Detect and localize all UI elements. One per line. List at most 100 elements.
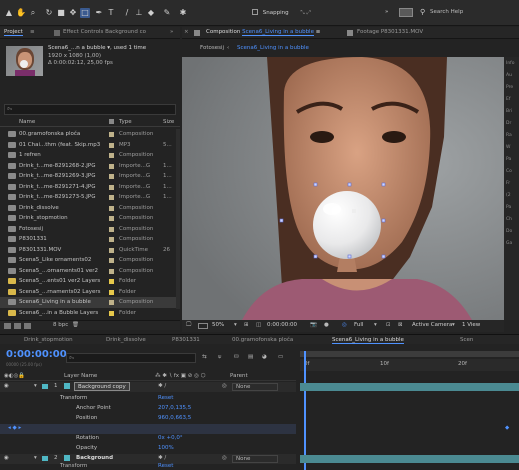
project-item-label-color[interactable]: [109, 163, 114, 169]
shy-layers-icon[interactable]: ⛁: [234, 354, 239, 360]
transparency-grid-icon[interactable]: ⊡: [386, 322, 391, 328]
lock-icon[interactable]: [194, 30, 200, 36]
layer-2-switches-icon[interactable]: ✱ /: [158, 455, 166, 461]
right-panel-tab[interactable]: Ra: [506, 133, 512, 138]
property-value[interactable]: 960,0,663,5: [158, 413, 191, 423]
project-item[interactable]: Drink_t...me-8291268-2.JPG Importe...G 1..…: [0, 161, 176, 172]
breadcrumb-fotosesij[interactable]: Fotosesij: [200, 45, 224, 51]
resolution-dropdown[interactable]: Full: [354, 322, 363, 328]
right-panel-tab[interactable]: Fr: [506, 181, 510, 186]
always-preview-icon[interactable]: 🖵: [186, 322, 191, 329]
project-item[interactable]: Drink_stopmotion Composition: [0, 213, 176, 224]
right-panel-tab[interactable]: Info: [506, 61, 515, 66]
project-item[interactable]: Scena5_...rnaments02 Layers Folder: [0, 287, 176, 298]
right-panel-tab[interactable]: (2: [506, 193, 511, 198]
camera-chevron-icon[interactable]: ▾: [452, 322, 455, 328]
scale-keyframe-icon[interactable]: ◆: [505, 425, 509, 431]
search-help-input[interactable]: Search Help: [430, 9, 463, 15]
layer-2-visibility-icon[interactable]: ◉: [4, 455, 9, 461]
project-item-label-color[interactable]: [109, 289, 114, 295]
camera-dropdown[interactable]: Active Camera: [412, 322, 452, 328]
right-panel-tab[interactable]: Bri: [506, 109, 512, 114]
project-item[interactable]: Scena6_Living in a bubble Composition: [0, 297, 176, 308]
hand-tool-icon[interactable]: ✋: [16, 8, 26, 18]
interpret-footage-icon[interactable]: [4, 323, 11, 329]
layer-2-label-color[interactable]: [42, 456, 48, 461]
zoom-chevron-icon[interactable]: ▾: [234, 322, 237, 328]
project-item-label-color[interactable]: [109, 153, 114, 158]
project-item-label-color[interactable]: [109, 310, 114, 316]
layer-2-transform-label[interactable]: Transform: [60, 463, 87, 469]
project-item[interactable]: 00.gramofonska ploča Composition: [0, 129, 176, 140]
project-item-label-color[interactable]: [109, 216, 114, 221]
sync-settings-icon[interactable]: [399, 8, 413, 17]
right-panel-tab[interactable]: Pa: [506, 205, 511, 210]
project-item-label-color[interactable]: [109, 258, 114, 263]
timeline-tab[interactable]: Scena6_Living in a bubble: [332, 337, 404, 344]
bpc-label[interactable]: 8 bpc: [53, 322, 68, 328]
mask-toggle-icon[interactable]: ◎: [342, 322, 347, 328]
breadcrumb-current[interactable]: Scena6_Living in a bubble: [237, 45, 309, 51]
zoom-tool-icon[interactable]: ⌕: [28, 8, 38, 18]
layer-1-twirl-icon[interactable]: ▾: [34, 383, 37, 389]
region-of-interest-icon[interactable]: ▾: [374, 322, 377, 328]
project-item-label-color[interactable]: [109, 237, 114, 242]
close-tab-icon[interactable]: ×: [184, 29, 189, 35]
project-item[interactable]: Scena5_Like ornaments02 Composition: [0, 255, 176, 266]
transform-property-row[interactable]: Rotation 0x +0,0°: [0, 433, 296, 443]
project-item-label-color[interactable]: [109, 247, 114, 253]
project-item-label-color[interactable]: [109, 142, 114, 148]
layer-2-twirl-icon[interactable]: ▾: [34, 455, 37, 461]
project-item[interactable]: Drink_dissolve Composition: [0, 203, 176, 214]
rectangle-tool-icon[interactable]: □: [80, 8, 90, 18]
transform-property-row[interactable]: Anchor Point 207,0,135,5: [0, 403, 296, 413]
views-dropdown[interactable]: 1 View: [462, 322, 480, 328]
layer-row-1[interactable]: ◉ ▾ 1 Background copy ✱ / ◎ None: [0, 382, 296, 392]
layer-2-parent-icon[interactable]: ◎: [222, 455, 227, 461]
snapping-toggle[interactable]: Snapping ⤡ ⤢: [252, 9, 311, 17]
layer-name-header[interactable]: Layer Name: [64, 373, 97, 379]
project-item-label-color[interactable]: [109, 279, 114, 284]
right-panel-tab[interactable]: Ga: [506, 241, 512, 246]
new-composition-icon[interactable]: [24, 323, 31, 329]
motion-blur-icon[interactable]: ◕: [262, 354, 267, 360]
right-panel-tab[interactable]: Pre: [506, 85, 513, 90]
project-item[interactable]: Fotosesij Composition: [0, 224, 176, 235]
project-item[interactable]: Scena5_...ornaments01 ver2 Composition: [0, 266, 176, 277]
timeline-timecode[interactable]: 0:00:00:00: [6, 349, 67, 360]
right-panel-tab[interactable]: Co: [506, 169, 512, 174]
project-item-label-color[interactable]: [109, 226, 114, 232]
timeline-tab[interactable]: Scen: [460, 337, 473, 343]
transform-property-row[interactable]: Transform Reset: [0, 393, 296, 403]
project-search-input[interactable]: ⌕ᵥ: [4, 104, 176, 115]
layer-1-duration-bar[interactable]: [300, 383, 519, 391]
tab-composition[interactable]: Composition Scena6_Living in a bubble ≡: [206, 29, 320, 36]
clone-stamp-tool-icon[interactable]: ⊥: [134, 8, 144, 18]
layer-1-parent-dropdown[interactable]: None: [232, 383, 278, 391]
layer-row-2[interactable]: ◉ ▾ 2 Background ✱ / ◎ None: [0, 454, 296, 464]
right-panel-tab[interactable]: Ef: [506, 97, 510, 102]
column-size[interactable]: Size: [163, 119, 174, 125]
project-item-label-color[interactable]: [109, 174, 114, 179]
layer-2-parent-dropdown[interactable]: None: [232, 455, 278, 463]
tab-footage[interactable]: Footage P8301331.MOV: [357, 29, 423, 35]
timeline-tab[interactable]: 00.gramofonska ploča: [232, 337, 293, 343]
camera-tool-icon[interactable]: ■: [56, 8, 66, 18]
parent-header[interactable]: Parent: [230, 373, 248, 379]
graph-editor-icon[interactable]: ▭: [278, 354, 283, 360]
project-item-label-color[interactable]: [109, 184, 114, 190]
project-item-label-color[interactable]: [109, 300, 114, 305]
project-item[interactable]: P8301331.MOV QuickTime 26: [0, 245, 176, 256]
time-ruler[interactable]: 0f 10f 20f: [300, 359, 519, 371]
tab-effect-controls[interactable]: Effect Controls Background co: [63, 29, 146, 35]
right-panel-tab[interactable]: Au: [506, 73, 512, 78]
new-folder-icon[interactable]: [14, 323, 21, 329]
selection-tool-icon[interactable]: ▲: [4, 8, 14, 18]
layer-2-duration-bar[interactable]: [300, 455, 519, 463]
transform-property-row[interactable]: Opacity 100%: [0, 443, 296, 453]
project-item[interactable]: 01 Chai...thm (feat. Skip.mp3 MP3 5...: [0, 140, 176, 151]
right-panel-tab[interactable]: Ch: [506, 217, 512, 222]
project-item[interactable]: Scena6_...in a Bubble Layers Folder: [0, 308, 176, 319]
project-item-label-color[interactable]: [109, 205, 114, 211]
timeline-tab[interactable]: P8301331: [172, 337, 200, 343]
